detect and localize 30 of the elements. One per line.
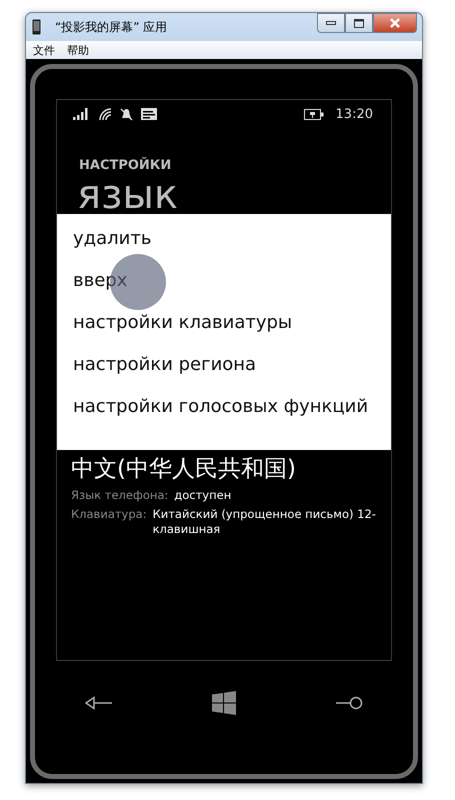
message-icon — [141, 108, 157, 120]
maximize-icon — [354, 18, 364, 28]
menu-option[interactable]: настройки голосовых функций — [57, 396, 391, 438]
clock-time: 13:20 — [336, 106, 373, 122]
detail-value: Китайский (упрощенное письмо) 12-клавишная — [152, 506, 377, 537]
menu-option[interactable]: настройки клавиатуры — [57, 312, 391, 354]
windows-logo-icon[interactable] — [212, 690, 236, 714]
phone-icon — [32, 19, 41, 35]
close-button[interactable] — [373, 13, 417, 33]
battery-icon — [304, 108, 324, 120]
menu-item[interactable]: 帮助 — [66, 42, 90, 58]
detail-label: Язык телефона: — [71, 488, 168, 503]
back-icon[interactable] — [84, 696, 113, 710]
menu-item[interactable]: 文件 — [32, 42, 56, 58]
detail-label: Клавиатура: — [71, 506, 147, 522]
close-icon — [389, 18, 401, 28]
language-name[interactable]: 中文(中华人民共和国) — [71, 453, 385, 484]
minimize-icon — [326, 21, 336, 25]
page-title: язык — [77, 175, 180, 215]
bell-icon — [120, 108, 133, 120]
menu-option[interactable]: настройки региона — [57, 354, 391, 396]
page-header: НАСТРОЙКИ — [79, 158, 172, 173]
minimize-button[interactable] — [317, 13, 345, 33]
search-icon[interactable] — [335, 696, 364, 710]
menu-option[interactable]: вверх — [57, 270, 391, 312]
menu-option[interactable]: удалить — [57, 228, 391, 270]
detail-value: доступен — [174, 488, 232, 503]
wifi-icon — [99, 108, 112, 120]
maximize-button[interactable] — [345, 13, 373, 33]
window-title: “投影我的屏幕” 应用 — [55, 18, 168, 36]
